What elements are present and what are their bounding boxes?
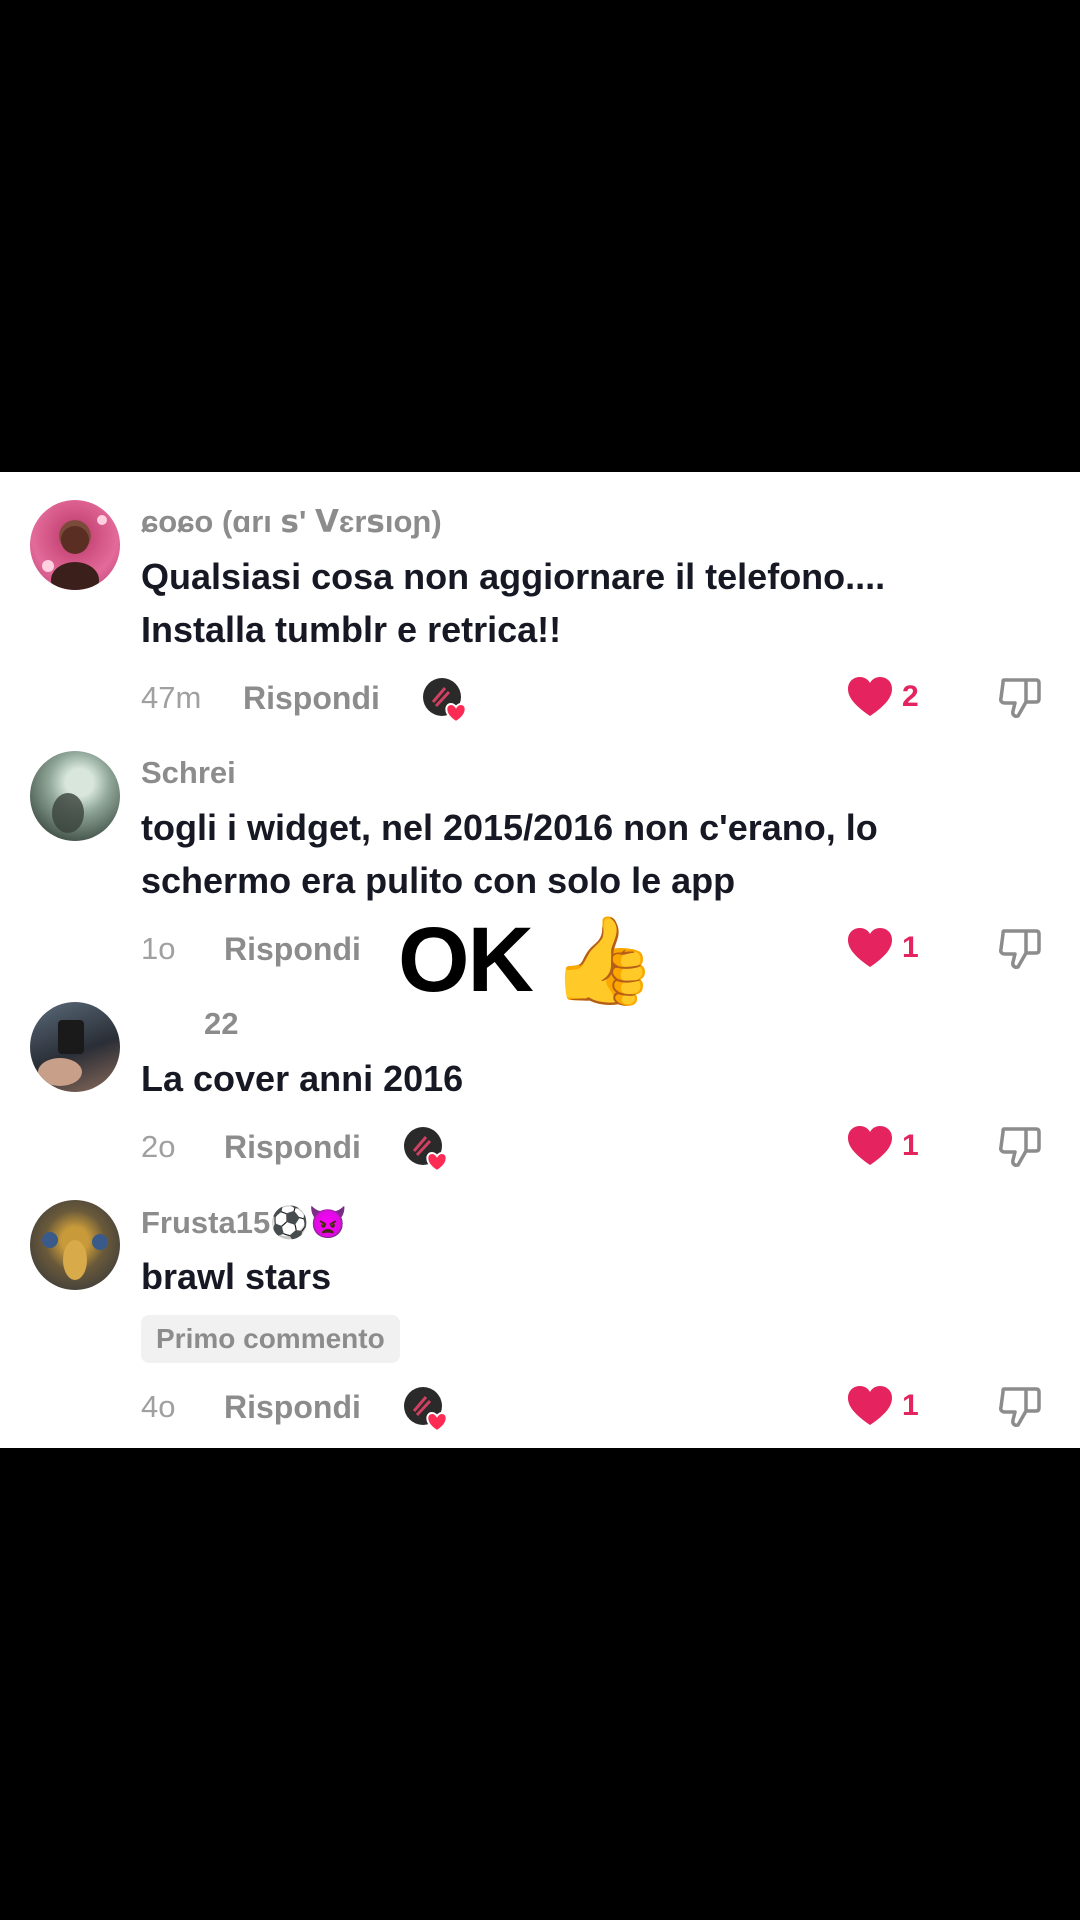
comment-text: togli i widget, nel 2015/2016 non c'eran… <box>141 807 878 901</box>
like-button[interactable]: 1 <box>848 1126 919 1166</box>
like-button[interactable]: 1 <box>848 928 919 968</box>
like-button[interactable]: 2 <box>848 677 919 717</box>
timestamp: 47m <box>141 680 202 715</box>
dislike-button[interactable] <box>998 1125 1042 1174</box>
reply-button[interactable]: Rispondi <box>224 1382 361 1432</box>
thumbs-down-icon <box>999 929 1041 969</box>
heart-icon <box>848 1126 892 1165</box>
dislike-button[interactable] <box>998 676 1042 725</box>
username[interactable]: ɕoɕo (ɑrı ꜱ' ᐯɛrꜱıoɲ) <box>141 504 442 540</box>
creator-liked-icon <box>404 1127 448 1173</box>
comment-text: Qualsiasi cosa non aggiornare il telefon… <box>141 556 886 650</box>
comment-text: La cover anni 2016 <box>141 1058 464 1099</box>
comment-text: brawl stars <box>141 1256 332 1297</box>
heart-icon <box>848 928 892 967</box>
like-count: 2 <box>902 680 919 713</box>
timestamp: 4o <box>141 1389 176 1424</box>
avatar[interactable] <box>30 500 120 590</box>
first-comment-badge: Primo commento <box>141 1315 400 1363</box>
avatar[interactable] <box>30 751 120 841</box>
heart-icon <box>848 1386 892 1425</box>
creator-liked-icon <box>423 678 467 724</box>
thumbs-down-icon <box>999 1387 1041 1427</box>
avatar[interactable] <box>30 1200 120 1290</box>
thumbs-down-icon <box>999 678 1041 718</box>
creator-liked-icon <box>404 1387 448 1433</box>
like-count: 1 <box>902 931 919 964</box>
username[interactable]: Frusta15⚽👿 <box>141 1204 347 1241</box>
ok-sticker-text: OK <box>398 908 534 1011</box>
dislike-button[interactable] <box>998 1385 1042 1434</box>
like-count: 1 <box>902 1129 919 1162</box>
comment-actions: 2o Rispondi 1 <box>141 1122 1042 1174</box>
reply-button[interactable]: Rispondi <box>224 924 361 974</box>
thumbs-down-icon <box>999 1127 1041 1167</box>
reply-button[interactable]: Rispondi <box>243 673 380 723</box>
thumbs-up-emoji: 👍 <box>550 912 658 1009</box>
reply-button[interactable]: Rispondi <box>224 1122 361 1172</box>
like-button[interactable]: 1 <box>848 1386 919 1426</box>
avatar[interactable] <box>30 1002 120 1092</box>
like-count: 1 <box>902 1389 919 1422</box>
dislike-button[interactable] <box>998 927 1042 976</box>
comment-actions: 47m Rispondi 2 <box>141 673 1042 725</box>
timestamp: 1o <box>141 931 176 966</box>
ok-sticker: OK 👍 <box>398 908 658 1011</box>
username[interactable]: Schrei <box>141 755 236 791</box>
heart-icon <box>848 677 892 716</box>
username[interactable]: 22 <box>204 1006 238 1042</box>
timestamp: 2o <box>141 1129 176 1164</box>
comment-actions: 4o Rispondi 1 <box>141 1382 1042 1434</box>
